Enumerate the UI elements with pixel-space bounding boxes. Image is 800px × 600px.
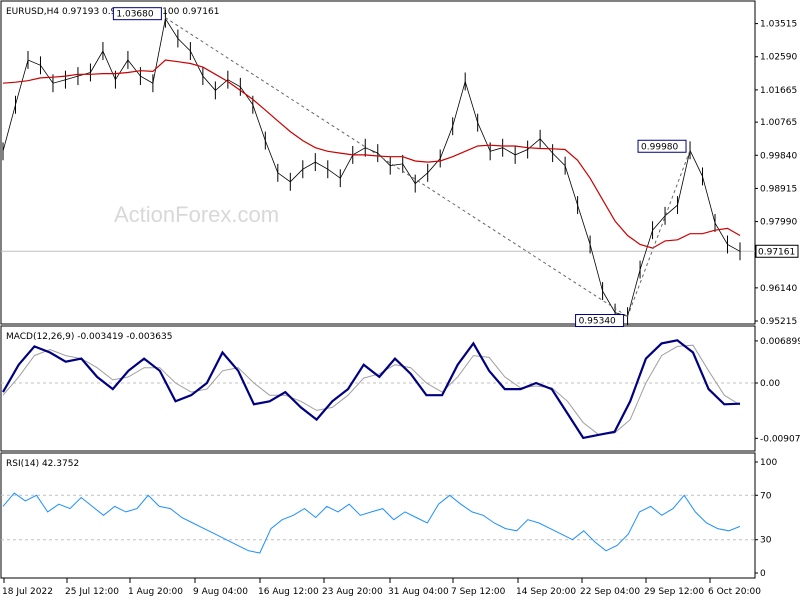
price-tick-label: 0.98915 bbox=[760, 184, 797, 194]
price-axis-ticks: 1.03515 1.02590 1.01665 1.00765 0.99840 0.989… bbox=[755, 20, 799, 327]
current-price-label: 0.97161 bbox=[758, 247, 795, 257]
annotation-low-label: 0.95340 bbox=[579, 317, 616, 327]
macd-tick-label: 0.00 bbox=[760, 379, 780, 389]
macd-header: MACD(12,26,9) -0.003419 -0.003635 bbox=[6, 332, 172, 342]
x-tick-label: 1 Aug 20:00 bbox=[128, 587, 183, 597]
price-tick-label: 1.00765 bbox=[760, 118, 797, 128]
rsi-tick-label: 70 bbox=[760, 491, 772, 501]
x-tick-label: 18 Jul 2022 bbox=[2, 587, 53, 597]
price-tick-label: 0.97990 bbox=[760, 218, 797, 228]
price-tick-label: 1.02590 bbox=[760, 53, 797, 63]
rsi-panel bbox=[0, 452, 756, 579]
price-tick-label: 1.03515 bbox=[760, 20, 797, 30]
price-panel bbox=[0, 0, 756, 325]
x-axis-ticks: 18 Jul 2022 25 Jul 12:00 1 Aug 20:00 9 Aug … bbox=[2, 578, 761, 597]
price-tick-label: 0.96140 bbox=[760, 284, 797, 294]
watermark: ActionForex.com bbox=[114, 202, 279, 227]
price-tick-label: 0.99840 bbox=[760, 151, 797, 161]
rsi-header: RSI(14) 42.3752 bbox=[6, 459, 79, 469]
price-tick-label: 1.01665 bbox=[760, 86, 797, 96]
annotation-high-label: 1.03680 bbox=[116, 10, 153, 20]
rsi-tick-label: 100 bbox=[760, 458, 777, 468]
annotation-mid-label: 0.99980 bbox=[641, 142, 678, 152]
x-tick-label: 9 Aug 04:00 bbox=[193, 587, 248, 597]
x-tick-label: 6 Oct 20:00 bbox=[708, 587, 761, 597]
chart-canvas: ActionForex.com EURUSD,H4 0.97193 0.9720… bbox=[0, 0, 800, 597]
price-header: EURUSD,H4 0.97193 0.97207 0.97100 0.9716… bbox=[6, 7, 219, 17]
x-tick-label: 16 Aug 12:00 bbox=[258, 587, 319, 597]
x-tick-label: 31 Aug 04:00 bbox=[388, 587, 449, 597]
x-tick-label: 23 Aug 20:00 bbox=[322, 587, 383, 597]
x-tick-label: 22 Sep 04:00 bbox=[580, 587, 640, 597]
x-tick-label: 29 Sep 12:00 bbox=[644, 587, 704, 597]
x-tick-label: 25 Jul 12:00 bbox=[65, 587, 119, 597]
x-tick-label: 14 Sep 20:00 bbox=[516, 587, 576, 597]
x-tick-label: 7 Sep 12:00 bbox=[451, 587, 506, 597]
rsi-tick-label: 30 bbox=[760, 536, 772, 546]
macd-tick-label: -0.009076 bbox=[760, 434, 800, 444]
macd-tick-label: 0.006899 bbox=[760, 337, 800, 347]
rsi-tick-label: 0 bbox=[760, 569, 766, 579]
price-tick-label: 0.95215 bbox=[760, 317, 797, 327]
